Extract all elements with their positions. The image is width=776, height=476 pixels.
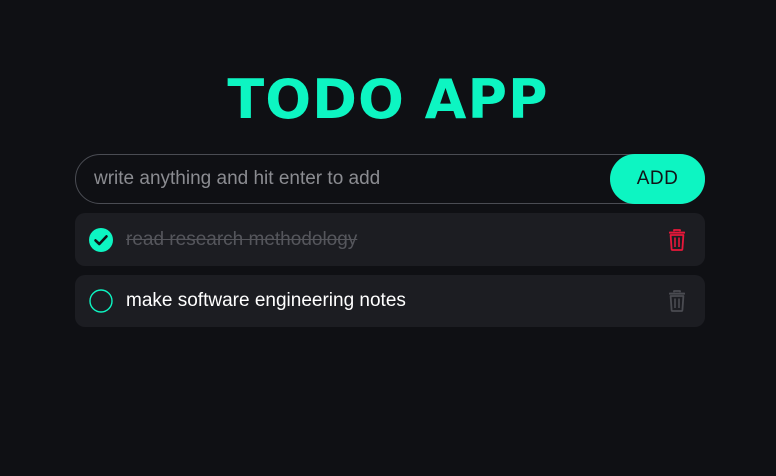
trash-icon[interactable] xyxy=(667,290,687,312)
todo-list: read research methodology make software … xyxy=(75,213,705,336)
add-todo-form: ADD xyxy=(75,154,705,204)
circle-outline-icon[interactable] xyxy=(89,289,113,313)
todo-text: read research methodology xyxy=(126,228,358,250)
app-title: TODO APP xyxy=(227,68,549,131)
add-button[interactable]: ADD xyxy=(610,154,705,204)
check-circle-filled-icon[interactable] xyxy=(89,227,113,252)
todo-item: make software engineering notes xyxy=(75,275,705,327)
trash-icon[interactable] xyxy=(667,228,687,251)
todo-item: read research methodology xyxy=(75,213,705,266)
todo-text: make software engineering notes xyxy=(126,290,406,311)
